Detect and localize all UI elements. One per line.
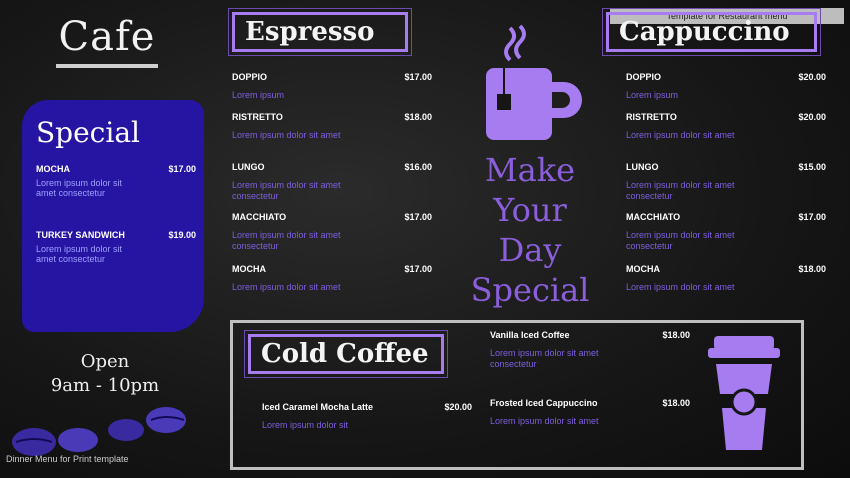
- cold-item: Frosted Iced Cappuccino $18.00 Lorem ips…: [490, 398, 690, 427]
- cappuccino-item: MOCHA $18.00 Lorem ipsum dolor sit amet: [626, 264, 826, 293]
- item-price: $16.00: [404, 162, 432, 172]
- item-price: $20.00: [798, 112, 826, 122]
- special-item-name: MOCHA: [36, 164, 70, 174]
- item-desc: Lorem ipsum dolor sit amet: [232, 130, 341, 140]
- item-name: Iced Caramel Mocha Latte: [262, 402, 374, 412]
- item-price: $17.00: [404, 212, 432, 222]
- espresso-title: Espresso: [228, 8, 412, 56]
- brand-block: Cafe: [52, 14, 162, 68]
- coffee-mug-icon: [486, 24, 582, 140]
- item-desc: Lorem ipsum: [626, 90, 679, 100]
- item-price: $17.00: [798, 212, 826, 222]
- cold-coffee-title: Cold Coffee: [244, 330, 448, 378]
- item-desc: Lorem ipsum: [232, 90, 285, 100]
- brand-name: Cafe: [58, 14, 156, 60]
- item-desc: Lorem ipsum dolor sit amet consectetur: [490, 348, 599, 369]
- cold-item: Iced Caramel Mocha Latte $20.00 Lorem ip…: [262, 402, 472, 431]
- item-name: RISTRETTO: [626, 112, 677, 122]
- cappuccino-item: RISTRETTO $20.00 Lorem ipsum dolor sit a…: [626, 112, 826, 141]
- item-price: $17.00: [404, 264, 432, 274]
- item-price: $18.00: [404, 112, 432, 122]
- special-item-price: $19.00: [168, 230, 196, 240]
- item-price: $18.00: [662, 330, 690, 340]
- cappuccino-item: DOPPIO $20.00 Lorem ipsum: [626, 72, 826, 101]
- item-desc: Lorem ipsum dolor sit: [262, 420, 349, 430]
- special-title: Special: [36, 116, 140, 149]
- coffee-beans-icon: [12, 407, 186, 456]
- tagline-word: Special: [470, 271, 590, 309]
- cappuccino-item: MACCHIATO $17.00 Lorem ipsum dolor sit a…: [626, 212, 826, 252]
- item-price: $15.00: [798, 162, 826, 172]
- item-name: MACCHIATO: [626, 212, 681, 222]
- item-name: MACCHIATO: [232, 212, 287, 222]
- item-desc: Lorem ipsum dolor sit amet: [626, 282, 735, 292]
- item-name: LUNGO: [232, 162, 265, 172]
- item-name: LUNGO: [626, 162, 659, 172]
- opening-hours: Open 9am - 10pm: [30, 350, 180, 398]
- espresso-item: DOPPIO $17.00 Lorem ipsum: [232, 72, 432, 101]
- item-desc: Lorem ipsum dolor sit amet: [490, 416, 599, 426]
- tagline-word: Your: [493, 191, 567, 229]
- cappuccino-title: Cappuccino: [602, 8, 821, 56]
- special-panel: Special MOCHA $17.00 Lorem ipsum dolor s…: [22, 100, 204, 332]
- item-name: Frosted Iced Cappuccino: [490, 398, 598, 408]
- special-item-price: $17.00: [168, 164, 196, 174]
- cold-item: Vanilla Iced Coffee $18.00 Lorem ipsum d…: [490, 330, 690, 370]
- iced-coffee-cup-icon: [708, 336, 780, 450]
- special-item-name: TURKEY SANDWICH: [36, 230, 125, 240]
- espresso-item: RISTRETTO $18.00 Lorem ipsum dolor sit a…: [232, 112, 432, 141]
- footer-caption: Dinner Menu for Print template: [6, 454, 129, 464]
- tagline: Make Your Day Special: [460, 150, 600, 310]
- item-name: Vanilla Iced Coffee: [490, 330, 570, 340]
- item-price: $18.00: [798, 264, 826, 274]
- item-desc: Lorem ipsum dolor sit amet consectetur: [626, 180, 735, 201]
- cappuccino-item: LUNGO $15.00 Lorem ipsum dolor sit amet …: [626, 162, 826, 202]
- tagline-word: Make: [484, 151, 576, 189]
- item-desc: Lorem ipsum dolor sit amet: [232, 282, 341, 292]
- hours-label: Open: [80, 351, 130, 372]
- item-name: MOCHA: [232, 264, 266, 274]
- item-name: MOCHA: [626, 264, 660, 274]
- item-name: RISTRETTO: [232, 112, 283, 122]
- espresso-item: MOCHA $17.00 Lorem ipsum dolor sit amet: [232, 264, 432, 293]
- item-desc: Lorem ipsum dolor sit amet: [626, 130, 735, 140]
- item-desc: Lorem ipsum dolor sit amet consectetur: [232, 230, 341, 251]
- special-item-desc: Lorem ipsum dolor sit amet consectetur: [36, 244, 123, 264]
- item-price: $20.00: [798, 72, 826, 82]
- special-item-desc: Lorem ipsum dolor sit amet consectetur: [36, 178, 123, 198]
- special-item: TURKEY SANDWICH $19.00 Lorem ipsum dolor…: [36, 230, 196, 264]
- item-desc: Lorem ipsum dolor sit amet consectetur: [626, 230, 735, 251]
- special-item: MOCHA $17.00 Lorem ipsum dolor sit amet …: [36, 164, 196, 198]
- item-name: DOPPIO: [626, 72, 662, 82]
- item-name: DOPPIO: [232, 72, 268, 82]
- item-price: $20.00: [444, 402, 472, 412]
- tagline-word: Day: [498, 231, 562, 269]
- hours-time: 9am - 10pm: [50, 375, 160, 396]
- espresso-item: LUNGO $16.00 Lorem ipsum dolor sit amet …: [232, 162, 432, 202]
- espresso-item: MACCHIATO $17.00 Lorem ipsum dolor sit a…: [232, 212, 432, 252]
- brand-underline: [56, 64, 158, 68]
- item-price: $17.00: [404, 72, 432, 82]
- item-desc: Lorem ipsum dolor sit amet consectetur: [232, 180, 341, 201]
- item-price: $18.00: [662, 398, 690, 408]
